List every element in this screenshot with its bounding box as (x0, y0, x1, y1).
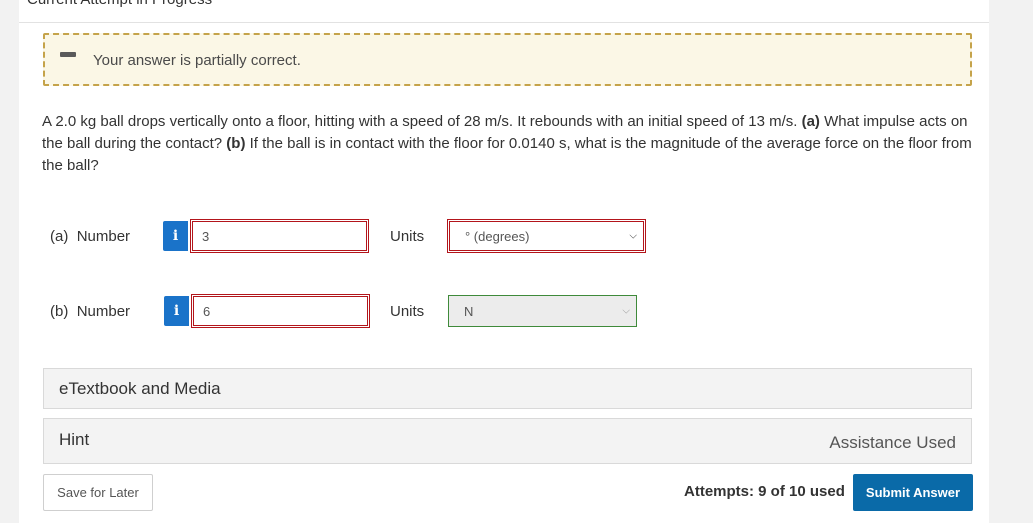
save-for-later-button[interactable]: Save for Later (43, 474, 153, 511)
question-card: Current Attempt in Progress Your answer … (19, 0, 989, 523)
units-value-a: ° (degrees) (465, 228, 530, 244)
hint-panel[interactable]: Hint Assistance Used (43, 418, 972, 464)
info-icon[interactable]: i (163, 221, 188, 251)
submit-answer-button[interactable]: Submit Answer (853, 474, 973, 511)
part-tag-b: (b) (50, 303, 69, 320)
info-glyph: i (173, 303, 180, 319)
info-glyph: i (172, 228, 179, 244)
part-label-b: (b) Number (50, 303, 130, 320)
question-text: A 2.0 kg ball drops vertically onto a fl… (42, 111, 977, 177)
attempts-counter: Attempts: 9 of 10 used (684, 483, 845, 500)
question-tag-b: (b) (226, 135, 246, 152)
hint-title: Hint (59, 430, 90, 449)
etextbook-title: eTextbook and Media (59, 379, 221, 398)
units-select-b[interactable]: N ⌵ (448, 295, 637, 327)
chevron-down-icon: ⌵ (622, 305, 630, 317)
units-select-a[interactable]: ° (degrees) ⌵ (447, 219, 646, 253)
units-value-b: N (464, 303, 474, 319)
number-input-b[interactable]: 6 (191, 294, 370, 328)
number-value-b: 6 (203, 303, 211, 319)
minus-icon (60, 52, 76, 57)
page-title: Current Attempt in Progress (27, 0, 212, 8)
etextbook-panel[interactable]: eTextbook and Media (43, 368, 972, 409)
info-icon[interactable]: i (164, 296, 189, 326)
assistance-used-label: Assistance Used (829, 433, 956, 452)
part-number-label-b: Number (76, 303, 131, 320)
header-divider (19, 22, 989, 23)
number-input-a[interactable]: 3 (190, 219, 369, 253)
chevron-down-icon: ⌵ (629, 230, 637, 242)
question-tag-a: (a) (801, 113, 820, 130)
part-label-a: (a) Number (50, 228, 130, 245)
units-label-a: Units (390, 228, 425, 245)
feedback-message: Your answer is partially correct. (93, 52, 301, 69)
units-label-b: Units (390, 303, 425, 320)
feedback-banner: Your answer is partially correct. (43, 33, 972, 86)
question-part-1: A 2.0 kg ball drops vertically onto a fl… (42, 113, 802, 130)
number-value-a: 3 (202, 228, 210, 244)
part-number-label-a: Number (76, 228, 131, 245)
part-tag-a: (a) (50, 228, 69, 245)
